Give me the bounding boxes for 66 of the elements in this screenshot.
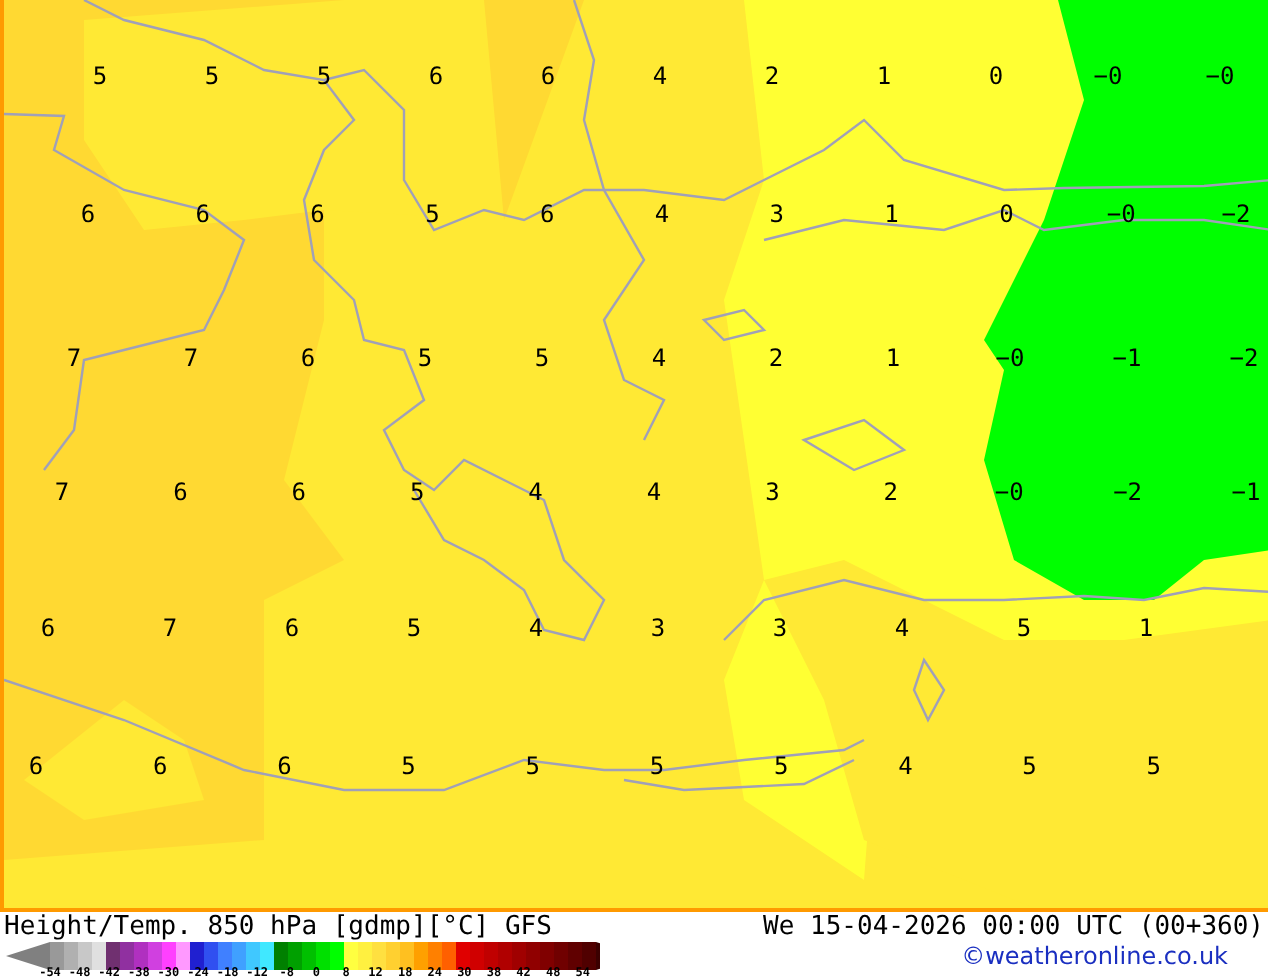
temperature-label: 1 [876,64,892,88]
temperature-label: 6 [40,616,56,640]
temperature-label: 2 [768,346,784,370]
temperature-label: 5 [204,64,220,88]
temperature-label: 5 [773,754,789,778]
temperature-label: 5 [92,64,108,88]
forecast-datetime: We 15-04-2026 00:00 UTC (00+360) [763,912,1264,942]
temperature-label: 5 [1146,754,1161,778]
temperature-label: 7 [54,480,70,504]
credit-link[interactable]: ©weatheronline.co.uk [961,942,1228,970]
temperature-label: −2 [1221,202,1251,226]
temperature-label: 1 [884,202,899,226]
temperature-label: 6 [300,346,316,370]
temperature-label: 6 [310,202,325,226]
temperature-label: 3 [772,616,788,640]
temperature-label: 3 [650,616,666,640]
temperature-label: 4 [528,480,543,504]
temperature-label: 4 [651,346,667,370]
temperature-label: 6 [284,616,300,640]
temperature-label: −0 [1205,64,1235,88]
chart-title: Height/Temp. 850 hPa [gdmp][°C] GFS [4,912,552,942]
temperature-label: 7 [162,616,178,640]
temperature-label: 4 [898,754,913,778]
temperature-label: 1 [885,346,901,370]
temperature-label: 4 [528,616,544,640]
temperature-label: 5 [406,616,422,640]
temperature-label: 6 [277,754,292,778]
temperature-label: 5 [1022,754,1037,778]
temperature-label: 0 [988,64,1004,88]
temperature-label: 5 [1016,616,1032,640]
temperature-label: 1 [1138,616,1154,640]
temperature-label: 6 [195,202,210,226]
temperature-label: 6 [539,202,555,226]
temperature-label: 5 [409,480,425,504]
temperature-label: 5 [649,754,665,778]
temperature-label: −0 [995,346,1025,370]
temperature-label: 5 [417,346,433,370]
temperature-label: 6 [28,754,44,778]
temperature-label: 4 [654,202,670,226]
temperature-label: −1 [1231,480,1261,504]
temperature-label: 6 [173,480,188,504]
temperature-label: −1 [1112,346,1142,370]
temperature-label: 6 [540,64,556,88]
temperature-label: 4 [646,480,662,504]
temperature-label: 0 [999,202,1014,226]
temperature-label: 4 [652,64,668,88]
temperature-label: 6 [291,480,306,504]
temperature-label: 4 [894,616,910,640]
temperature-label: 6 [80,202,96,226]
temperature-label: 5 [425,202,440,226]
temperature-label: 6 [152,754,168,778]
temperature-label: 2 [883,480,898,504]
temperature-label: 7 [183,346,199,370]
temperature-label: 6 [428,64,444,88]
temperature-label: −2 [1229,346,1259,370]
temperature-label: 5 [316,64,332,88]
temperature-label: −2 [1113,480,1143,504]
temperature-label: 2 [764,64,780,88]
temperature-label: 5 [525,754,540,778]
temperature-label: 5 [401,754,416,778]
temperature-label: 7 [66,346,82,370]
temperature-label: −0 [1093,64,1123,88]
temperature-label: 5 [534,346,550,370]
temperature-label: 3 [765,480,780,504]
temperature-label: −0 [994,480,1024,504]
temperature-label: 3 [769,202,784,226]
